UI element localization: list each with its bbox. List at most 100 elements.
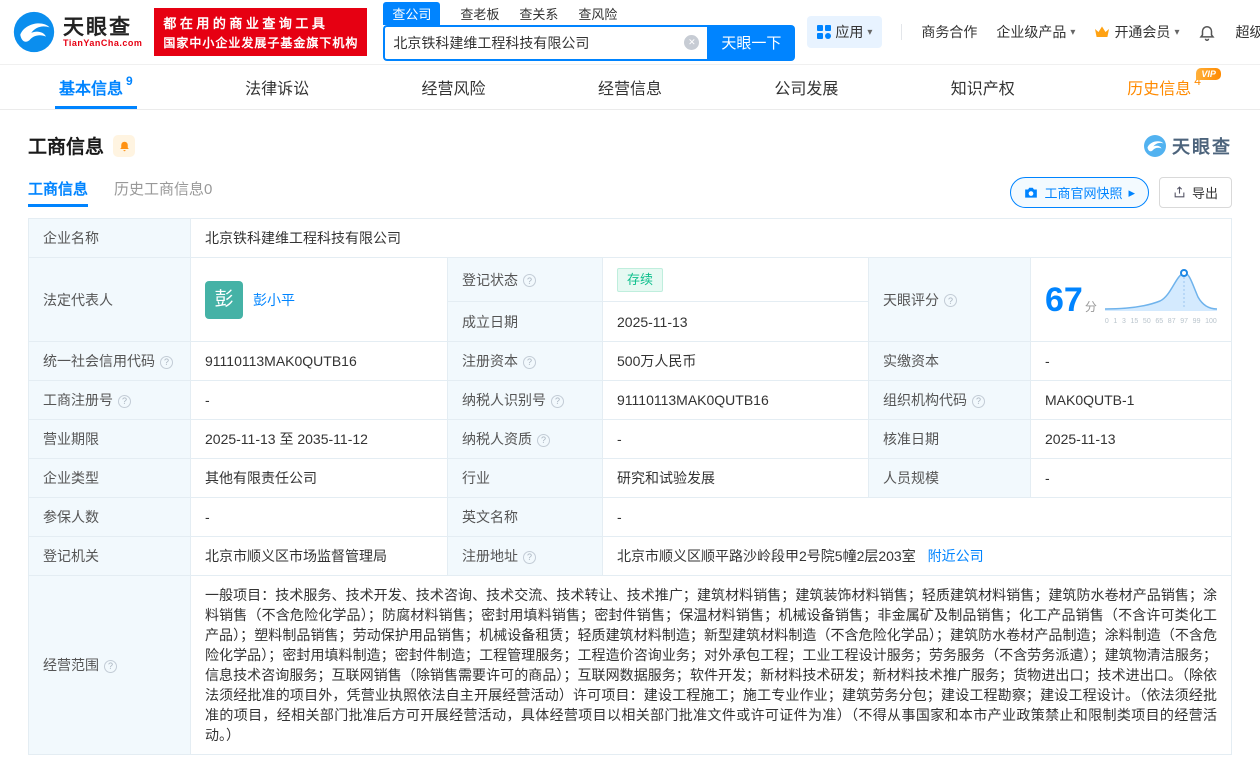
promo-line-2: 国家中小企业发展子基金旗下机构 bbox=[163, 36, 359, 50]
search-tab-relation[interactable]: 查关系 bbox=[519, 4, 558, 25]
table-row: 营业期限 2025-11-13 至 2035-11-12 纳税人资质? - 核准… bbox=[28, 419, 1232, 459]
official-snapshot-button[interactable]: 工商官网快照 ▸ bbox=[1010, 177, 1149, 208]
table-row: 工商注册号? - 纳税人识别号? 91110113MAK0QUTB16 组织机构… bbox=[28, 380, 1232, 420]
status-badge: 存续 bbox=[617, 267, 664, 292]
help-icon[interactable]: ? bbox=[551, 394, 564, 408]
field-label: 经营范围? bbox=[28, 575, 191, 755]
org-code-value: MAK0QUTB-1 bbox=[1030, 380, 1232, 420]
search-tab-risk[interactable]: 查风险 bbox=[578, 4, 617, 25]
field-label: 登记机关 bbox=[28, 536, 191, 576]
subtab-history-business-info[interactable]: 历史工商信息0 bbox=[114, 178, 212, 207]
search-box: ✕ bbox=[383, 24, 708, 61]
business-info-table: 企业名称 北京铁科建维工程科技有限公司 法定代表人 彭 彭小平 登记状态? 存续… bbox=[28, 218, 1232, 755]
apps-grid-icon bbox=[817, 25, 832, 39]
reg-capital-value: 500万人民币 bbox=[602, 341, 869, 381]
nav-cooperation[interactable]: 商务合作 bbox=[921, 22, 977, 42]
approval-date-value: 2025-11-13 bbox=[1030, 419, 1232, 459]
field-label: 营业期限 bbox=[28, 419, 191, 459]
crown-icon bbox=[1095, 26, 1110, 37]
help-icon[interactable]: ? bbox=[160, 355, 173, 369]
business-scope-value: 一般项目：技术服务、技术开发、技术咨询、技术交流、技术转让、技术推广；建筑材料销… bbox=[190, 575, 1232, 755]
nav-notifications[interactable] bbox=[1198, 23, 1216, 41]
tab-company-development[interactable]: 公司发展 bbox=[770, 65, 842, 109]
field-label: 企业名称 bbox=[28, 218, 191, 258]
tab-operating-info[interactable]: 经营信息 bbox=[594, 65, 666, 109]
help-icon[interactable]: ? bbox=[523, 355, 536, 369]
reg-number-value: - bbox=[190, 380, 448, 420]
help-icon[interactable]: ? bbox=[523, 550, 536, 564]
field-label: 行业 bbox=[447, 458, 603, 498]
nearby-companies-link[interactable]: 附近公司 bbox=[928, 548, 984, 564]
help-icon[interactable]: ? bbox=[944, 294, 957, 307]
help-icon[interactable]: ? bbox=[523, 274, 536, 288]
field-label: 纳税人识别号? bbox=[447, 380, 603, 420]
clear-search-icon[interactable]: ✕ bbox=[684, 35, 700, 50]
help-icon[interactable]: ? bbox=[118, 394, 131, 408]
camera-icon bbox=[1025, 187, 1038, 198]
score-curve-chart bbox=[1104, 269, 1217, 311]
company-name-value: 北京铁科建维工程科技有限公司 bbox=[190, 218, 1232, 258]
taxpayer-id-value: 91110113MAK0QUTB16 bbox=[602, 380, 869, 420]
monitor-bell-icon[interactable] bbox=[113, 134, 136, 157]
main-content: 工商信息 天眼查 工商信息 历史工商信息0 工商官网快照 ▸ 导出 企业名称 北… bbox=[0, 132, 1260, 755]
credit-code-value: 91110113MAK0QUTB16 bbox=[190, 341, 448, 381]
help-icon[interactable]: ? bbox=[537, 433, 550, 447]
table-row: 登记机关 北京市顺义区市场监督管理局 注册地址? 北京市顺义区顺平路沙岭段甲2号… bbox=[28, 536, 1232, 576]
chevron-down-icon: ▾ bbox=[1174, 26, 1180, 38]
subtab-business-info[interactable]: 工商信息 bbox=[28, 178, 89, 207]
field-label: 英文名称 bbox=[447, 497, 603, 537]
score-chart: 0 1 3 15 50 65 87 97 99 100 bbox=[1104, 267, 1217, 332]
top-nav: 应用 ▾ 商务合作 企业级产品 ▾ 开通会员 ▾ 超级风 bbox=[807, 16, 1260, 48]
top-header: 天眼查 TianYanCha.com 都在用的商业查询工具 国家中小企业发展子基… bbox=[0, 0, 1260, 64]
search-tabs: 查公司 查老板 查关系 查风险 bbox=[383, 1, 795, 25]
tab-basic-info[interactable]: 基本信息 9 bbox=[55, 65, 137, 109]
legal-rep-avatar[interactable]: 彭 bbox=[205, 280, 243, 319]
section-title: 工商信息 bbox=[28, 137, 105, 158]
chevron-down-icon: ▾ bbox=[1070, 26, 1076, 38]
field-label: 成立日期 bbox=[447, 301, 603, 342]
export-button[interactable]: 导出 bbox=[1158, 177, 1232, 208]
business-term-value: 2025-11-13 至 2035-11-12 bbox=[190, 419, 448, 459]
help-icon[interactable]: ? bbox=[972, 394, 985, 408]
promo-line-1: 都在用的商业查询工具 bbox=[163, 16, 329, 31]
nav-apps[interactable]: 应用 ▾ bbox=[807, 16, 883, 48]
search-tab-boss[interactable]: 查老板 bbox=[460, 4, 499, 25]
table-row: 统一社会信用代码? 91110113MAK0QUTB16 注册资本? 500万人… bbox=[28, 341, 1232, 381]
reg-address-value: 北京市顺义区顺平路沙岭段甲2号院5幢2层203室 bbox=[617, 548, 916, 564]
field-label: 企业类型 bbox=[28, 458, 191, 498]
industry-value: 研究和试验发展 bbox=[602, 458, 869, 498]
brand-name: 天眼查 bbox=[63, 15, 132, 39]
score-axis: 0 1 3 15 50 65 87 97 99 100 bbox=[1104, 318, 1217, 325]
tab-count: 9 bbox=[126, 74, 133, 88]
watermark-logo: 天眼查 bbox=[1143, 133, 1232, 159]
tab-intellectual-property[interactable]: 知识产权 bbox=[947, 65, 1019, 109]
tab-legal-litigation[interactable]: 法律诉讼 bbox=[241, 65, 313, 109]
search-button[interactable]: 天眼一下 bbox=[707, 24, 796, 61]
table-row: 企业类型 其他有限责任公司 行业 研究和试验发展 人员规模 - bbox=[28, 458, 1232, 498]
tab-operating-risk[interactable]: 经营风险 bbox=[418, 65, 490, 109]
nav-enterprise-products[interactable]: 企业级产品 ▾ bbox=[996, 22, 1075, 42]
nav-super-risk[interactable]: 超级风 bbox=[1235, 22, 1260, 42]
tianyancha-logo-icon bbox=[1144, 134, 1166, 157]
search-area: 查公司 查老板 查关系 查风险 ✕ 天眼一下 bbox=[383, 1, 796, 61]
search-input[interactable] bbox=[393, 34, 685, 51]
brand-logo[interactable]: 天眼查 TianYanCha.com bbox=[12, 10, 142, 54]
table-row: 法定代表人 彭 彭小平 登记状态? 存续 天眼评分? 67 分 0 1 3 15… bbox=[28, 256, 1232, 342]
company-section-tabs: 基本信息 9 法律诉讼 经营风险 经营信息 公司发展 知识产权 历史信息 4 V… bbox=[0, 64, 1260, 110]
nav-membership[interactable]: 开通会员 ▾ bbox=[1094, 22, 1179, 42]
legal-rep-link[interactable]: 彭小平 bbox=[253, 290, 295, 310]
promo-banner: 都在用的商业查询工具 国家中小企业发展子基金旗下机构 bbox=[154, 8, 368, 56]
staff-size-value: - bbox=[1030, 458, 1232, 498]
establish-date-value: 2025-11-13 bbox=[602, 301, 869, 342]
tab-history-info[interactable]: 历史信息 4 VIP bbox=[1123, 65, 1221, 109]
table-row: 企业名称 北京铁科建维工程科技有限公司 bbox=[28, 218, 1232, 258]
field-label: 组织机构代码? bbox=[868, 380, 1031, 420]
insured-count-value: - bbox=[190, 497, 448, 537]
vip-badge: VIP bbox=[1196, 68, 1221, 80]
field-label: 核准日期 bbox=[868, 419, 1031, 459]
search-tab-company[interactable]: 查公司 bbox=[383, 1, 441, 25]
help-icon[interactable]: ? bbox=[104, 659, 117, 673]
table-row: 经营范围? 一般项目：技术服务、技术开发、技术咨询、技术交流、技术转让、技术推广… bbox=[28, 575, 1232, 755]
field-label: 天眼评分? bbox=[868, 257, 1031, 342]
paid-capital-value: - bbox=[1030, 341, 1232, 381]
